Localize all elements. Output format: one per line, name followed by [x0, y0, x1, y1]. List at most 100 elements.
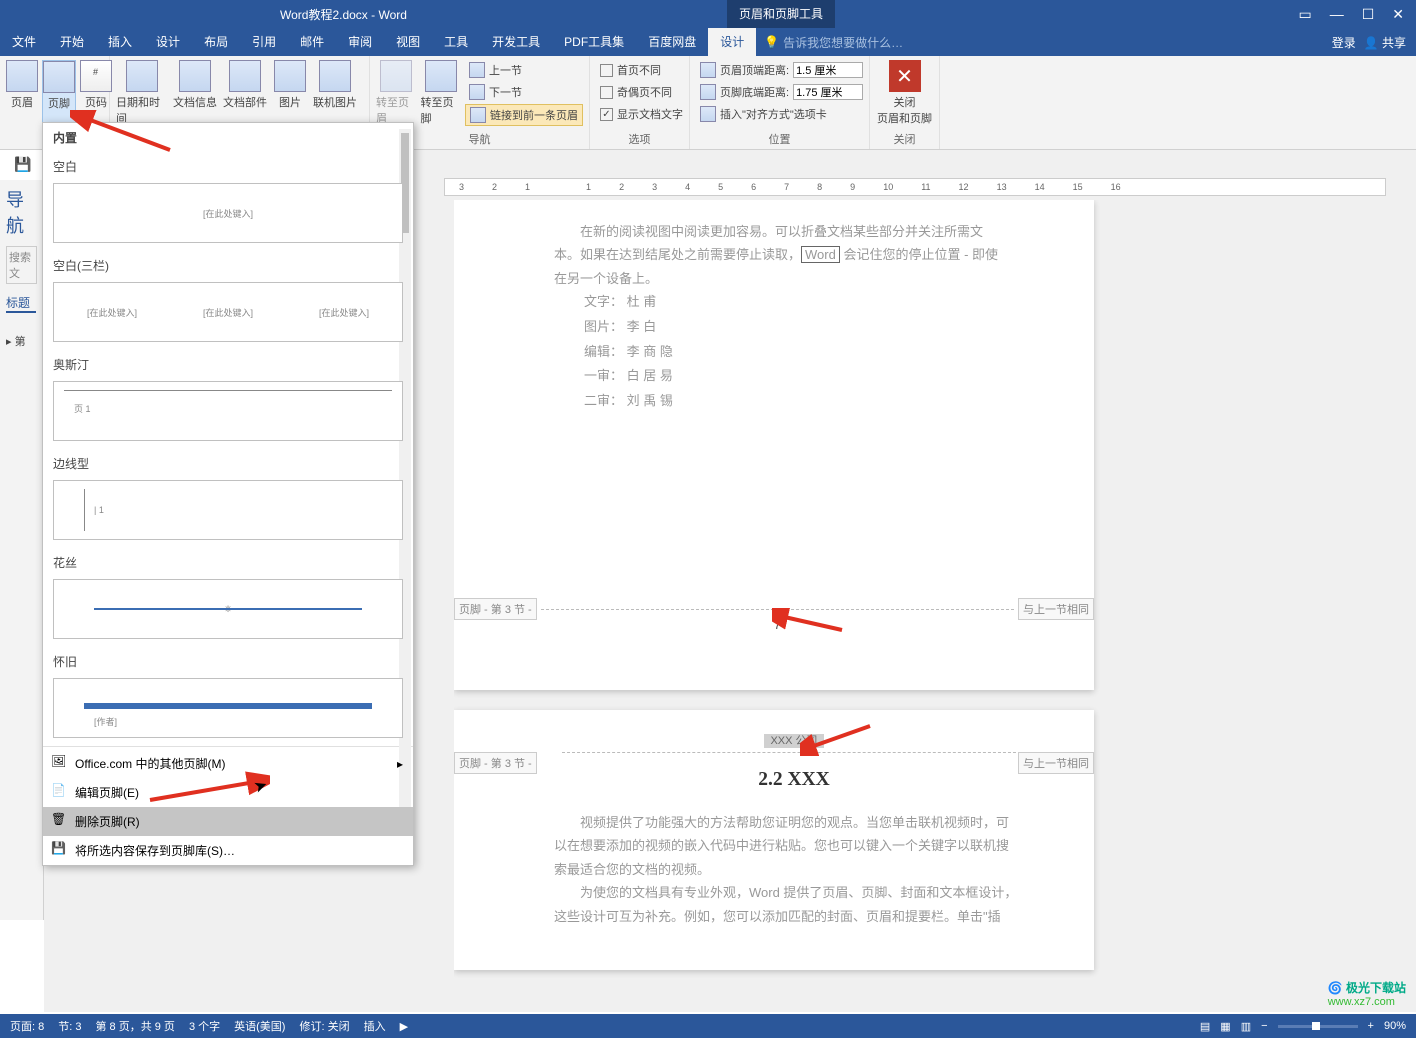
status-word-count[interactable]: 3 个字 — [189, 1018, 220, 1034]
gallery-item-austin[interactable]: 页 1 — [53, 381, 403, 441]
same-as-previous-tag-1: 与上一节相同 — [1018, 598, 1094, 620]
zoom-in-button[interactable]: + — [1368, 1020, 1374, 1032]
zoom-slider[interactable] — [1278, 1025, 1358, 1028]
header-icon — [6, 60, 38, 92]
save-selection-to-gallery-menu[interactable]: 💾 将所选内容保存到页脚库(S)… — [43, 836, 413, 865]
layout-tab[interactable]: 布局 — [192, 28, 240, 56]
show-doc-text-checkbox[interactable]: ✓显示文档文字 — [596, 104, 687, 124]
view-tab[interactable]: 视图 — [384, 28, 432, 56]
status-page[interactable]: 页面: 8 — [10, 1018, 44, 1034]
header-top-input[interactable] — [793, 62, 863, 78]
status-insert-mode[interactable]: 插入 — [364, 1018, 386, 1034]
status-language[interactable]: 英语(美国) — [234, 1018, 285, 1034]
developer-tab[interactable]: 开发工具 — [480, 28, 552, 56]
footer-tag-1: 页脚 - 第 3 节 - — [454, 598, 537, 620]
maximize-button[interactable]: ☐ — [1362, 6, 1375, 23]
goto-header-button[interactable]: 转至页眉 — [376, 60, 417, 131]
nav-search-input[interactable]: 搜索文 — [6, 246, 37, 284]
gallery-item-border[interactable]: | 1 — [53, 480, 403, 540]
picture-icon — [274, 60, 306, 92]
link-to-previous-button[interactable]: 链接到前一条页眉 — [465, 104, 583, 126]
pdf-tools-tab[interactable]: PDF工具集 — [552, 28, 636, 56]
file-tab[interactable]: 文件 — [0, 28, 48, 56]
gallery-item-floral[interactable]: ❈ — [53, 579, 403, 639]
design-page-tab[interactable]: 设计 — [144, 28, 192, 56]
minimize-button[interactable]: — — [1330, 6, 1344, 23]
tell-me-placeholder: 告诉我您想要做什么… — [783, 34, 903, 51]
gallery-item-blank-label: 空白 — [43, 152, 413, 181]
goto-footer-icon — [425, 60, 457, 92]
tools-tab[interactable]: 工具 — [432, 28, 480, 56]
goto-footer-button[interactable]: 转至页脚 — [421, 60, 462, 131]
header-top-distance[interactable]: 页眉顶端距离: — [696, 60, 867, 80]
review-tab[interactable]: 审阅 — [336, 28, 384, 56]
prev-section-icon — [469, 62, 485, 78]
ribbon-display-options-icon[interactable]: ▭ — [1298, 6, 1311, 23]
save-to-gallery-icon: 💾 — [51, 841, 67, 857]
nav-outline-item[interactable]: ▸ 第 — [6, 333, 37, 349]
save-button[interactable]: 💾 — [14, 156, 31, 172]
online-picture-icon — [319, 60, 351, 92]
docinfo-icon — [179, 60, 211, 92]
gallery-section-builtin: 内置 — [43, 123, 413, 152]
insert-tab[interactable]: 插入 — [96, 28, 144, 56]
remove-footer-icon: 🗑 — [51, 812, 67, 828]
gallery-item-floral-label: 花丝 — [43, 548, 413, 577]
office-icon: 🖼 — [51, 754, 67, 770]
header-top-icon — [700, 62, 716, 78]
zoom-level[interactable]: 90% — [1384, 1020, 1406, 1032]
footer-bottom-icon — [700, 84, 716, 100]
view-web-layout-button[interactable]: ▥ — [1241, 1020, 1251, 1033]
horizontal-ruler[interactable]: 32112345678910111213141516 — [444, 178, 1386, 196]
header-company-text[interactable]: XXX 公司 — [764, 734, 823, 748]
navigation-pane: 导航 搜索文 标题 ▸ 第 — [0, 180, 44, 920]
next-section-button[interactable]: 下一节 — [465, 82, 583, 102]
gallery-item-blank3[interactable]: [在此处键入][在此处键入][在此处键入] — [53, 282, 403, 342]
odd-even-different-checkbox[interactable]: 奇偶页不同 — [596, 82, 687, 102]
status-track-changes[interactable]: 修订: 关闭 — [299, 1018, 349, 1034]
next-section-icon — [469, 84, 485, 100]
edit-footer-menu[interactable]: 📄 编辑页脚(E) — [43, 778, 413, 807]
submenu-arrow-icon: ▸ — [397, 757, 403, 771]
mailings-tab[interactable]: 邮件 — [288, 28, 336, 56]
nav-tab-headings[interactable]: 标题 — [6, 294, 36, 313]
status-bar: 页面: 8 节: 3 第 8 页，共 9 页 3 个字 英语(美国) 修订: 关… — [0, 1014, 1416, 1038]
zoom-out-button[interactable]: − — [1261, 1020, 1267, 1032]
close-header-footer-button[interactable]: ✕ 关闭页眉和页脚 — [876, 60, 933, 131]
document-page-2[interactable]: XXX 公司 页脚 - 第 3 节 - 与上一节相同 2.2 XXX 视频提供了… — [454, 710, 1094, 970]
tell-me-search[interactable]: 💡 告诉我您想要做什么… — [764, 34, 903, 51]
footer-page-number[interactable]: 7 — [774, 618, 781, 632]
baidu-tab[interactable]: 百度网盘 — [636, 28, 708, 56]
gallery-item-blank[interactable]: [在此处键入] — [53, 183, 403, 243]
gallery-item-retro[interactable]: [作者] — [53, 678, 403, 738]
docparts-icon — [229, 60, 261, 92]
first-page-different-checkbox[interactable]: 首页不同 — [596, 60, 687, 80]
gallery-item-austin-label: 奥斯汀 — [43, 350, 413, 379]
status-section[interactable]: 节: 3 — [58, 1018, 81, 1034]
home-tab[interactable]: 开始 — [48, 28, 96, 56]
login-button[interactable]: 登录 — [1332, 34, 1356, 51]
footer-icon — [43, 61, 75, 93]
previous-section-button[interactable]: 上一节 — [465, 60, 583, 80]
document-title: Word教程2.docx - Word — [280, 6, 407, 23]
more-footers-office-menu[interactable]: 🖼 Office.com 中的其他页脚(M) ▸ — [43, 749, 413, 778]
header-button[interactable]: 页眉 — [6, 60, 38, 147]
page-number-icon: # — [80, 60, 112, 92]
footer-bottom-input[interactable] — [793, 84, 863, 100]
references-tab[interactable]: 引用 — [240, 28, 288, 56]
view-print-layout-button[interactable]: ▦ — [1220, 1020, 1230, 1033]
lightbulb-icon: 💡 — [764, 35, 779, 49]
watermark-url: www.xz7.com — [1328, 996, 1406, 1008]
status-page-of[interactable]: 第 8 页，共 9 页 — [95, 1018, 174, 1034]
status-macro-icon[interactable]: ▶ — [400, 1020, 408, 1033]
view-read-mode-button[interactable]: ▤ — [1200, 1020, 1210, 1033]
design-tab[interactable]: 设计 — [708, 28, 756, 56]
share-button[interactable]: 👤 共享 — [1364, 34, 1406, 51]
insert-alignment-tab-button[interactable]: 插入"对齐方式"选项卡 — [696, 104, 867, 124]
group-label-position: 位置 — [696, 131, 863, 147]
close-window-button[interactable]: ✕ — [1392, 6, 1404, 23]
footer-bottom-distance[interactable]: 页脚底端距离: — [696, 82, 867, 102]
document-canvas[interactable]: 在新的阅读视图中阅读更加容易。可以折叠文档某些部分并关注所需文 本。如果在达到结… — [454, 200, 1396, 1012]
footer-tag-2: 页脚 - 第 3 节 - — [454, 752, 537, 774]
remove-footer-menu[interactable]: 🗑 删除页脚(R) — [43, 807, 413, 836]
